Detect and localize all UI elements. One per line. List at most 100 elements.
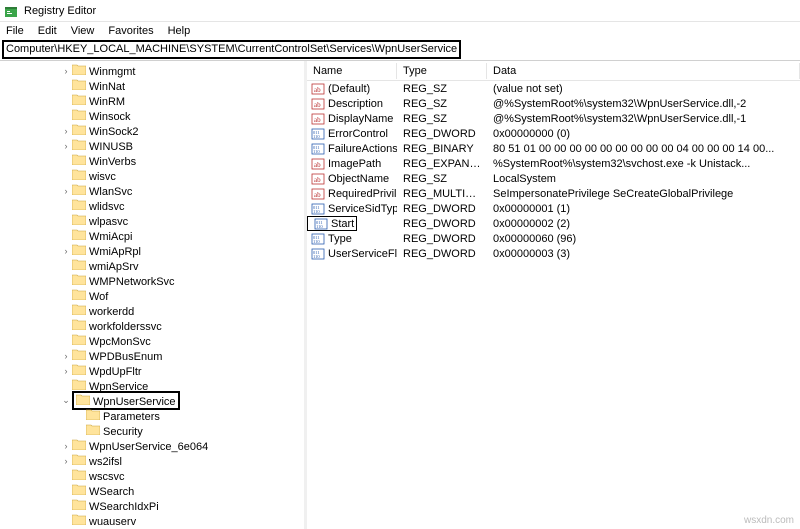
tree-item-label: WmiAcpi bbox=[89, 231, 132, 243]
tree-item[interactable]: ›WmiApRpl bbox=[0, 243, 304, 258]
tree-item-label: WMPNetworkSvc bbox=[89, 276, 175, 288]
tree-item[interactable]: workfolderssvc bbox=[0, 318, 304, 333]
tree-item[interactable]: › WPDBusEnum bbox=[0, 348, 304, 363]
tree-item[interactable]: Security bbox=[0, 423, 304, 438]
tree-pane[interactable]: ›Winmgmt WinNatWinRMWinsock›WinSock2›WINU… bbox=[0, 61, 304, 529]
value-row[interactable]: ServiceSidTypeREG_DWORD0x00000001 (1) bbox=[307, 201, 800, 216]
expander-icon[interactable]: › bbox=[60, 66, 72, 76]
value-row[interactable]: DisplayNameREG_SZ@%SystemRoot%\system32\… bbox=[307, 111, 800, 126]
reg-binary-icon bbox=[311, 247, 325, 261]
value-data: 0x00000001 (1) bbox=[487, 203, 800, 215]
value-row[interactable]: ObjectNameREG_SZLocalSystem bbox=[307, 171, 800, 186]
tree-item[interactable]: WpcMonSvc bbox=[0, 333, 304, 348]
value-row[interactable]: DescriptionREG_SZ@%SystemRoot%\system32\… bbox=[307, 96, 800, 111]
tree-item[interactable]: Wof bbox=[0, 288, 304, 303]
reg-binary-icon bbox=[311, 127, 325, 141]
folder-icon bbox=[72, 258, 86, 270]
menu-help[interactable]: Help bbox=[168, 25, 191, 37]
tree-item[interactable]: Winsock bbox=[0, 108, 304, 123]
menu-file[interactable]: File bbox=[6, 25, 24, 37]
tree-item[interactable]: WinVerbs bbox=[0, 153, 304, 168]
tree-item[interactable]: wisvc bbox=[0, 168, 304, 183]
tree-item[interactable]: Parameters bbox=[0, 408, 304, 423]
menu-view[interactable]: View bbox=[71, 25, 95, 37]
tree-item[interactable]: › WlanSvc bbox=[0, 183, 304, 198]
tree-item[interactable]: ›WpdUpFltr bbox=[0, 363, 304, 378]
value-type: REG_SZ bbox=[397, 98, 487, 110]
col-name[interactable]: Name bbox=[307, 63, 397, 79]
tree-item[interactable]: workerdd bbox=[0, 303, 304, 318]
expander-icon[interactable]: › bbox=[60, 186, 72, 196]
tree-item[interactable]: WinNat bbox=[0, 78, 304, 93]
tree-item[interactable]: ›WINUSB bbox=[0, 138, 304, 153]
tree-item-label: WinNat bbox=[89, 81, 125, 93]
tree-item[interactable]: ›Winmgmt bbox=[0, 63, 304, 78]
menu-edit[interactable]: Edit bbox=[38, 25, 57, 37]
tree-item[interactable]: wlidsvc bbox=[0, 198, 304, 213]
tree-item-label: wisvc bbox=[89, 171, 116, 183]
menu-favorites[interactable]: Favorites bbox=[108, 25, 153, 37]
folder-icon bbox=[72, 228, 86, 240]
addressbar: Computer\HKEY_LOCAL_MACHINE\SYSTEM\Curre… bbox=[0, 40, 800, 60]
value-row[interactable]: ErrorControlREG_DWORD0x00000000 (0) bbox=[307, 126, 800, 141]
expander-icon[interactable]: › bbox=[60, 126, 72, 136]
reg-binary-icon bbox=[311, 202, 325, 216]
tree-item-label: wscsvc bbox=[89, 471, 124, 483]
value-name: (Default) bbox=[328, 83, 370, 95]
value-type: REG_BINARY bbox=[397, 143, 487, 155]
tree-item[interactable]: wmiApSrv bbox=[0, 258, 304, 273]
value-type: REG_SZ bbox=[397, 113, 487, 125]
folder-icon bbox=[72, 363, 86, 375]
tree-item[interactable]: ⌄WpnUserService bbox=[0, 393, 304, 408]
tree-item-label: WlanSvc bbox=[89, 186, 132, 198]
reg-binary-icon bbox=[314, 217, 328, 231]
col-data[interactable]: Data bbox=[487, 63, 800, 79]
tree-item[interactable]: WSearchIdxPi bbox=[0, 498, 304, 513]
value-type: REG_DWORD bbox=[397, 128, 487, 140]
tree-item[interactable]: ›WinSock2 bbox=[0, 123, 304, 138]
value-row[interactable]: (Default)REG_SZ(value not set) bbox=[307, 81, 800, 96]
folder-icon bbox=[72, 123, 86, 135]
value-row[interactable]: FailureActionsREG_BINARY80 51 01 00 00 0… bbox=[307, 141, 800, 156]
tree-item-label: WSearch bbox=[89, 486, 134, 498]
expander-icon[interactable]: › bbox=[60, 366, 72, 376]
tree-item[interactable]: wlpasvc bbox=[0, 213, 304, 228]
tree-item[interactable]: WMPNetworkSvc bbox=[0, 273, 304, 288]
tree-item-label: workerdd bbox=[89, 306, 134, 318]
expander-icon[interactable]: › bbox=[60, 141, 72, 151]
tree-item[interactable]: WinRM bbox=[0, 93, 304, 108]
tree-item[interactable]: wuauserv bbox=[0, 513, 304, 528]
folder-icon bbox=[72, 198, 86, 210]
tree-item-label: wuauserv bbox=[89, 516, 136, 528]
expander-icon[interactable]: ⌄ bbox=[60, 395, 72, 406]
value-name: Type bbox=[328, 233, 352, 245]
expander-icon[interactable]: › bbox=[60, 441, 72, 451]
folder-icon bbox=[72, 273, 86, 285]
value-row[interactable]: TypeREG_DWORD0x00000060 (96) bbox=[307, 231, 800, 246]
value-name: DisplayName bbox=[328, 113, 393, 125]
value-data: (value not set) bbox=[487, 83, 800, 95]
value-row[interactable]: UserServiceFlagsREG_DWORD0x00000003 (3) bbox=[307, 246, 800, 261]
tree-item-label: Security bbox=[103, 426, 143, 438]
value-name: FailureActions bbox=[328, 143, 397, 155]
value-row[interactable]: ImagePathREG_EXPAND_SZ%SystemRoot%\syste… bbox=[307, 156, 800, 171]
tree-item[interactable]: wscsvc bbox=[0, 468, 304, 483]
expander-icon[interactable]: › bbox=[60, 246, 72, 256]
col-type[interactable]: Type bbox=[397, 63, 487, 79]
value-row[interactable]: StartREG_DWORD0x00000002 (2) bbox=[307, 216, 800, 231]
address-path[interactable]: Computer\HKEY_LOCAL_MACHINE\SYSTEM\Curre… bbox=[2, 40, 461, 59]
folder-icon bbox=[72, 513, 86, 525]
values-pane[interactable]: Name Type Data (Default)REG_SZ(value not… bbox=[307, 61, 800, 529]
folder-icon bbox=[72, 288, 86, 300]
value-row[interactable]: RequiredPrivilegREG_MULTI_SZSeImpersonat… bbox=[307, 186, 800, 201]
value-name: ImagePath bbox=[328, 158, 381, 170]
tree-item[interactable]: WSearch bbox=[0, 483, 304, 498]
tree-item[interactable]: WmiAcpi bbox=[0, 228, 304, 243]
expander-icon[interactable]: › bbox=[60, 351, 72, 361]
value-name: ServiceSidType bbox=[328, 203, 397, 215]
watermark: wsxdn.com bbox=[744, 515, 794, 526]
tree-item[interactable]: ›WpnUserService_6e064 bbox=[0, 438, 304, 453]
tree-item[interactable]: ›ws2ifsl bbox=[0, 453, 304, 468]
tree-item-label: WPDBusEnum bbox=[89, 351, 162, 363]
expander-icon[interactable]: › bbox=[60, 456, 72, 466]
